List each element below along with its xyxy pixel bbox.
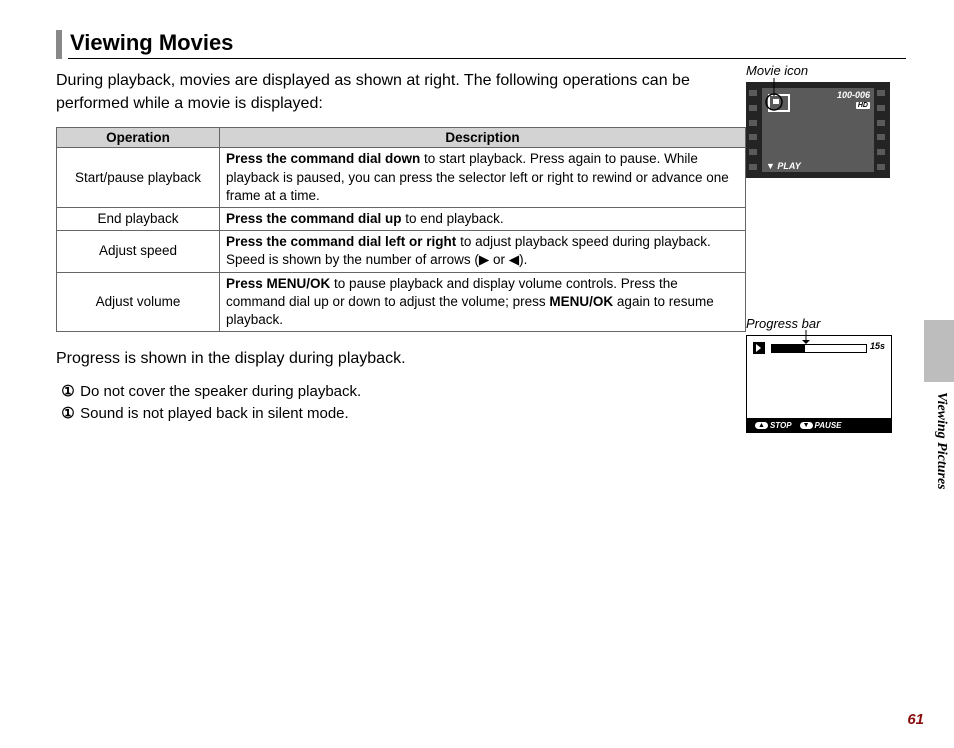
- section-tab: [924, 320, 954, 382]
- stop-label: STOP: [770, 421, 792, 430]
- down-icon: ▼: [800, 422, 813, 429]
- play-icon: [753, 342, 765, 354]
- page-heading: Viewing Movies: [68, 30, 906, 59]
- pause-label: PAUSE: [815, 421, 842, 430]
- table-row: End playback Press the command dial up t…: [57, 208, 746, 231]
- table-row: Start/pause playback Press the command d…: [57, 148, 746, 208]
- section-title-vertical: Viewing Pictures: [933, 392, 949, 490]
- progress-time: 15s: [870, 341, 885, 351]
- op-cell: End playback: [57, 208, 220, 231]
- hd-badge: HD: [856, 102, 870, 109]
- table-row: Adjust speed Press the command dial left…: [57, 231, 746, 272]
- note-text: Sound is not played back in silent mode.: [80, 405, 349, 422]
- progress-track: [771, 344, 867, 353]
- caution-icon: ①: [60, 404, 76, 422]
- th-description: Description: [220, 128, 746, 148]
- desc-cell: Press the command dial down to start pla…: [220, 148, 746, 208]
- table-row: Adjust volume Press MENU/OK to pause pla…: [57, 272, 746, 332]
- note-text: Do not cover the speaker during playback…: [80, 383, 361, 400]
- progress-fill: [772, 345, 805, 352]
- op-cell: Start/pause playback: [57, 148, 220, 208]
- op-cell: Adjust volume: [57, 272, 220, 332]
- progress-text: Progress is shown in the display during …: [56, 350, 746, 368]
- up-icon: ▲: [755, 422, 768, 429]
- desc-cell: Press MENU/OK to pause playback and disp…: [220, 272, 746, 332]
- operations-table: Operation Description Start/pause playba…: [56, 127, 746, 332]
- movie-icon-callout: Movie icon: [746, 63, 906, 78]
- lcd-preview-progress: 15s ▲ STOP ▼ PAUSE: [746, 335, 892, 433]
- intro-paragraph: During playback, movies are displayed as…: [56, 69, 746, 115]
- caution-icon: ①: [60, 382, 76, 400]
- note-item: ① Sound is not played back in silent mod…: [60, 404, 746, 422]
- desc-cell: Press the command dial left or right to …: [220, 231, 746, 272]
- frame-counter: 100-006: [837, 90, 870, 100]
- play-label: ▼ PLAY: [766, 161, 801, 171]
- note-item: ① Do not cover the speaker during playba…: [60, 382, 746, 400]
- progress-bar-callout: Progress bar: [746, 316, 906, 331]
- op-cell: Adjust speed: [57, 231, 220, 272]
- page-number: 61: [907, 711, 924, 728]
- th-operation: Operation: [57, 128, 220, 148]
- desc-cell: Press the command dial up to end playbac…: [220, 208, 746, 231]
